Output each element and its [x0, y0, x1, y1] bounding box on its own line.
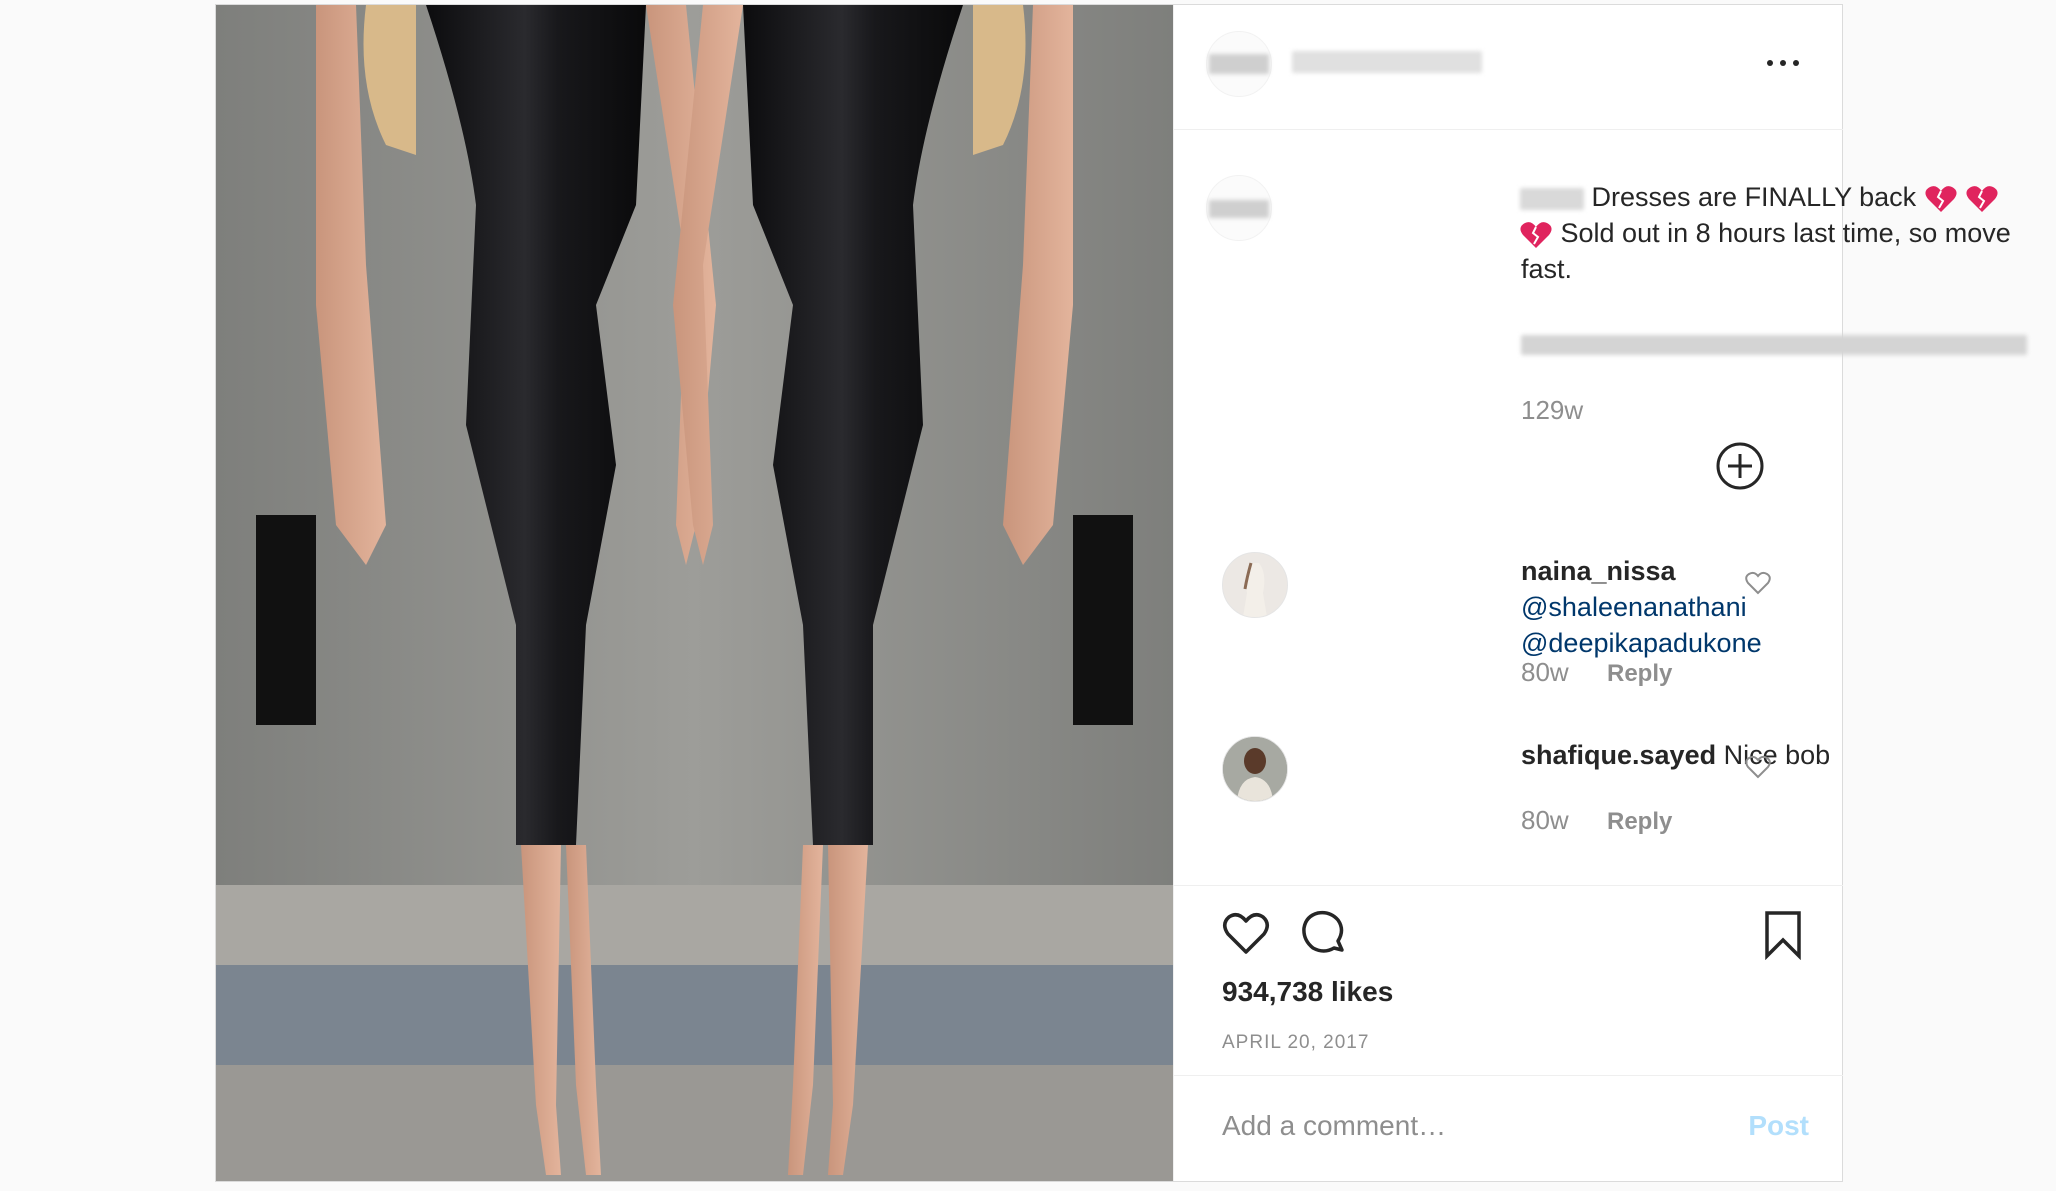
reply-button[interactable]: Reply [1607, 808, 1672, 836]
post-header [1174, 5, 1843, 130]
comment-mention[interactable]: @deepikapadukone [1521, 628, 1762, 658]
caption-texts: Dresses are FINALLY back [1520, 179, 1998, 215]
likes-count[interactable]: 934,738 likes [1222, 976, 1393, 1008]
broken-heart-icon [1520, 221, 1552, 248]
commenter-avatar[interactable] [1222, 736, 1288, 802]
load-more-icon[interactable] [1715, 441, 1765, 491]
caption-text-1: Dresses are FINALLY back [1591, 182, 1917, 212]
broken-heart-icon [1925, 185, 1957, 212]
broken-heart-icon [1966, 185, 1998, 212]
post-details-panel: Dresses are FINALLY back Sold out in 8 h… [1173, 5, 2027, 1182]
owner-username-redacted[interactable] [1292, 51, 1482, 73]
caption-time[interactable]: 129w [1521, 395, 1583, 426]
comment-time[interactable]: 80w [1521, 657, 1569, 688]
heart-icon[interactable] [1222, 912, 1270, 956]
caption-line-1: Dresses are FINALLY back [1520, 179, 1998, 215]
dress-photo [216, 5, 1173, 1181]
commenter-avatar[interactable] [1222, 552, 1288, 618]
bookmark-icon[interactable] [1763, 910, 1803, 960]
owner-avatar[interactable] [1206, 31, 1272, 97]
comment-icon[interactable] [1300, 910, 1348, 958]
caption-text-3: fast. [1521, 254, 1573, 284]
caption-line-3-wrap: fast. [1521, 251, 1572, 287]
caption-link-redacted [1521, 335, 2027, 355]
comment-body: Nice bob [1723, 740, 1831, 770]
comment-time[interactable]: 80w [1521, 805, 1569, 836]
comment-input[interactable]: Add a comment… [1222, 1110, 1446, 1142]
caption-avatar[interactable] [1206, 175, 1272, 241]
caption-username-redacted[interactable] [1520, 187, 1584, 210]
post-date[interactable]: APRIL 20, 2017 [1222, 1032, 1369, 1054]
post-actions: 934,738 likes APRIL 20, 2017 [1174, 885, 1843, 1076]
post-image[interactable] [216, 5, 1173, 1181]
comment-text: shafique.sayed Nice bob [1521, 737, 1830, 773]
heart-icon[interactable] [1745, 755, 1771, 779]
comment-username[interactable]: naina_nissa [1521, 556, 1676, 586]
comment-text: naina_nissa @shaleenanathani @deepikapad… [1521, 553, 1821, 661]
add-comment-bar: Add a comment… Post [1174, 1075, 1843, 1182]
caption-text-2: Sold out in 8 hours last time, so move [1560, 218, 2011, 248]
heart-icon[interactable] [1745, 571, 1771, 595]
reply-button[interactable]: Reply [1607, 660, 1672, 688]
caption-line-2-wrap: Sold out in 8 hours last time, so move [1519, 215, 2011, 251]
comment-mention[interactable]: @shaleenanathani [1521, 592, 1747, 622]
post-card: Dresses are FINALLY back Sold out in 8 h… [215, 4, 2027, 1182]
more-options-icon[interactable] [1767, 57, 1799, 69]
comment-username[interactable]: shafique.sayed [1521, 740, 1716, 770]
post-comment-button[interactable]: Post [1748, 1110, 1809, 1142]
